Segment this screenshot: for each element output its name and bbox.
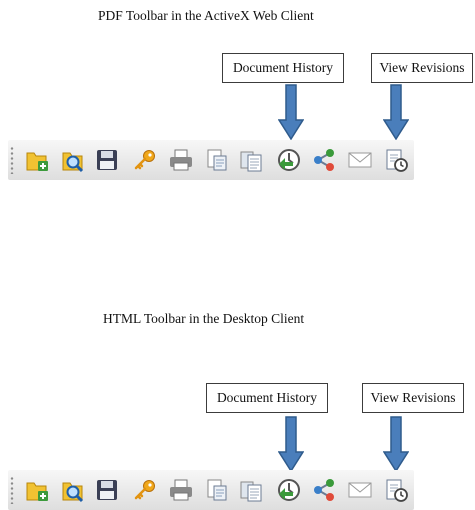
share-icon[interactable]	[311, 477, 337, 503]
search-document-icon[interactable]	[60, 477, 86, 503]
html-toolbar-caption: HTML Toolbar in the Desktop Client	[103, 311, 305, 326]
new-document-icon[interactable]	[24, 147, 50, 173]
view-revisions-callout: View Revisions	[362, 383, 464, 413]
copy-page-icon[interactable]	[204, 147, 230, 173]
key-icon[interactable]	[132, 477, 158, 503]
email-icon[interactable]	[347, 477, 373, 503]
html-toolbar	[8, 470, 414, 510]
search-document-icon[interactable]	[60, 147, 86, 173]
pdf-toolbar-caption: PDF Toolbar in the ActiveX Web Client	[98, 8, 314, 23]
copy-page-icon[interactable]	[204, 477, 230, 503]
toolbar-grip[interactable]	[10, 146, 14, 174]
toolbar-grip[interactable]	[10, 476, 14, 504]
paste-page-icon[interactable]	[238, 147, 264, 173]
document-history-icon[interactable]	[276, 477, 302, 503]
save-disk-icon[interactable]	[94, 477, 120, 503]
new-document-icon[interactable]	[24, 477, 50, 503]
pdf-toolbar	[8, 140, 414, 180]
document-history-arrow	[278, 416, 304, 472]
paste-page-icon[interactable]	[238, 477, 264, 503]
key-icon[interactable]	[132, 147, 158, 173]
view-revisions-callout: View Revisions	[371, 53, 473, 83]
email-icon[interactable]	[347, 147, 373, 173]
view-revisions-arrow	[383, 84, 409, 140]
save-disk-icon[interactable]	[94, 147, 120, 173]
view-revisions-arrow	[383, 416, 409, 472]
document-history-arrow	[278, 84, 304, 140]
view-revisions-icon[interactable]	[383, 477, 409, 503]
document-history-callout: Document History	[206, 383, 328, 413]
printer-icon[interactable]	[168, 477, 194, 503]
document-history-callout: Document History	[222, 53, 344, 83]
document-history-icon[interactable]	[276, 147, 302, 173]
share-icon[interactable]	[311, 147, 337, 173]
view-revisions-icon[interactable]	[383, 147, 409, 173]
printer-icon[interactable]	[168, 147, 194, 173]
